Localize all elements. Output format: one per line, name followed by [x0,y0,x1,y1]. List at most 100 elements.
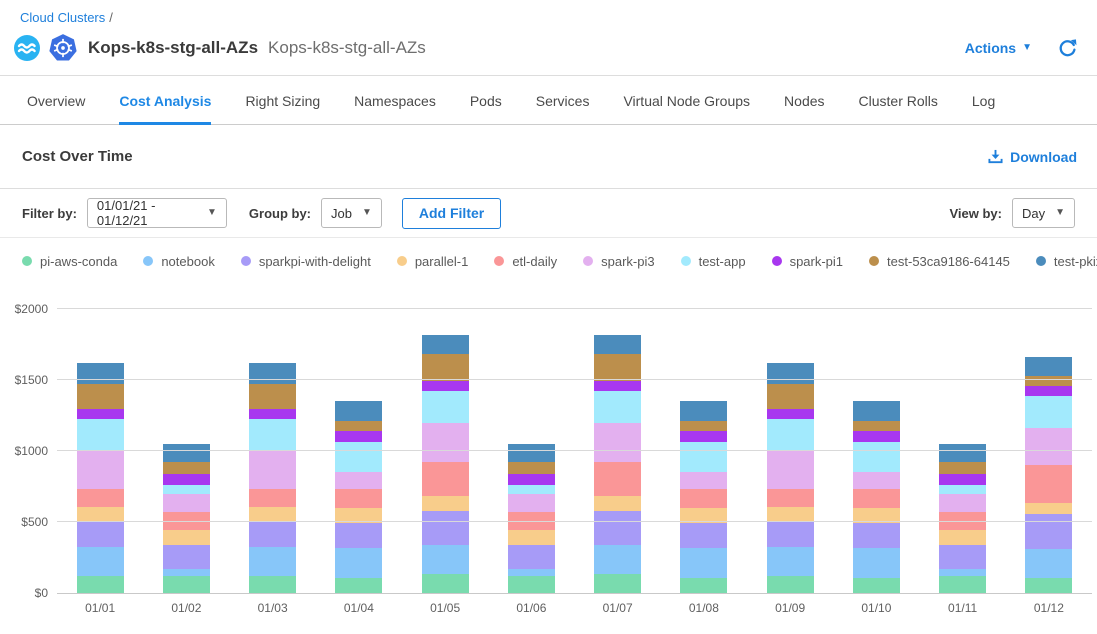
legend-item-parallel-1[interactable]: parallel-1 [397,254,468,269]
bar-segment-etl-daily [680,489,727,507]
bar-segment-test-53ca9186-64145 [77,384,124,409]
bar-segment-notebook [163,569,210,576]
bar-segment-pi-aws-conda [335,578,382,593]
legend-dot [143,256,153,266]
legend-item-spark-pi3[interactable]: spark-pi3 [583,254,654,269]
tab-pods[interactable]: Pods [470,93,502,125]
stacked-bar [422,335,469,593]
x-tick-label: 01/05 [402,601,488,615]
bar-segment-spark-pi3 [335,472,382,490]
bar-segment-test-app [422,391,469,424]
bar-segment-test-app [163,485,210,494]
tab-cost-analysis[interactable]: Cost Analysis [119,93,211,125]
bar-group-01-03 [230,288,316,593]
view-by-value: Day [1022,206,1045,221]
bar-segment-etl-daily [335,489,382,507]
bar-segment-notebook [939,569,986,576]
bar-segment-spark-pi1 [163,474,210,485]
bar-group-01-02 [143,288,229,593]
download-button[interactable]: Download [988,149,1077,165]
bar-segment-parallel-1 [594,496,641,510]
tab-log[interactable]: Log [972,93,995,125]
bar-segment-spark-pi3 [680,472,727,490]
legend-item-sparkpi-with-delight[interactable]: sparkpi-with-delight [241,254,371,269]
gridline [57,308,1092,309]
bar-segment-sparkpi-with-delight [508,545,555,569]
y-tick-label: $2000 [0,302,48,316]
bar-segment-spark-pi1 [422,381,469,391]
stacked-bar [1025,357,1072,593]
legend-item-test-pkix[interactable]: test-pkix [1036,254,1097,269]
date-range-select[interactable]: 01/01/21 - 01/12/21 ▼ [87,198,227,228]
breadcrumb-link-cloud-clusters[interactable]: Cloud Clusters [20,10,105,25]
bar-segment-parallel-1 [163,530,210,545]
legend-dot [772,256,782,266]
bar-segment-etl-daily [1025,465,1072,503]
view-by-select[interactable]: Day ▼ [1012,198,1075,228]
tab-virtual-node-groups[interactable]: Virtual Node Groups [623,93,750,125]
legend-item-notebook[interactable]: notebook [143,254,215,269]
stacked-bar [594,335,641,593]
bar-segment-sparkpi-with-delight [680,523,727,548]
cost-over-time-chart: $0$500$1000$1500$2000 01/0101/0201/0301/… [57,288,1092,615]
bar-segment-notebook [249,547,296,576]
tab-namespaces[interactable]: Namespaces [354,93,436,125]
group-by-select[interactable]: Job ▼ [321,198,382,228]
legend-label: notebook [161,254,215,269]
bar-segment-test-53ca9186-64145 [594,354,641,381]
bar-group-01-04 [316,288,402,593]
bar-segment-pi-aws-conda [680,578,727,593]
legend-item-test-app[interactable]: test-app [681,254,746,269]
gridline [57,521,1092,522]
bar-group-01-11 [920,288,1006,593]
bar-segment-test-app [594,391,641,424]
bar-segment-pi-aws-conda [77,576,124,593]
bar-segment-spark-pi3 [249,450,296,488]
tab-nodes[interactable]: Nodes [784,93,824,125]
legend-item-etl-daily[interactable]: etl-daily [494,254,557,269]
chevron-down-icon: ▼ [207,208,217,218]
y-tick-label: $1000 [0,444,48,458]
bar-segment-spark-pi3 [939,494,986,512]
bar-segment-sparkpi-with-delight [853,523,900,548]
filter-bar: Filter by: 01/01/21 - 01/12/21 ▼ Group b… [0,189,1097,238]
bar-segment-parallel-1 [939,530,986,545]
bar-segment-pi-aws-conda [853,578,900,593]
bar-segment-notebook [422,545,469,574]
bar-segment-notebook [767,547,814,576]
bar-segment-sparkpi-with-delight [335,523,382,548]
legend-label: test-pkix [1054,254,1097,269]
legend-item-test-53ca9186-64145[interactable]: test-53ca9186-64145 [869,254,1010,269]
bar-segment-spark-pi3 [422,423,469,461]
x-tick-label: 01/08 [661,601,747,615]
tab-right-sizing[interactable]: Right Sizing [245,93,320,125]
bar-segment-notebook [508,569,555,576]
actions-label: Actions [965,40,1016,56]
bar-segment-test-app [508,485,555,494]
actions-button[interactable]: Actions ▼ [965,40,1032,56]
bar-segment-spark-pi3 [767,450,814,488]
bar-segment-sparkpi-with-delight [939,545,986,569]
bar-segment-test-53ca9186-64145 [335,421,382,432]
bar-segment-spark-pi1 [767,409,814,419]
bar-segment-test-53ca9186-64145 [680,421,727,432]
x-tick-label: 01/04 [316,601,402,615]
bar-segment-parallel-1 [508,530,555,545]
bar-segment-etl-daily [594,462,641,497]
bar-segment-test-pkix [249,363,296,384]
bar-group-01-10 [833,288,919,593]
tab-services[interactable]: Services [536,93,590,125]
tab-overview[interactable]: Overview [27,93,85,125]
legend-dot [1036,256,1046,266]
refresh-icon[interactable] [1058,39,1077,58]
add-filter-button[interactable]: Add Filter [402,198,501,229]
tab-cluster-rolls[interactable]: Cluster Rolls [859,93,938,125]
bar-segment-spark-pi3 [163,494,210,512]
x-tick-label: 01/12 [1006,601,1092,615]
page-subtitle: Kops-k8s-stg-all-AZs [268,38,426,58]
legend-item-spark-pi1[interactable]: spark-pi1 [772,254,843,269]
bar-segment-parallel-1 [1025,503,1072,514]
legend-label: pi-aws-conda [40,254,117,269]
legend-item-pi-aws-conda[interactable]: pi-aws-conda [22,254,117,269]
bar-segment-sparkpi-with-delight [163,545,210,569]
